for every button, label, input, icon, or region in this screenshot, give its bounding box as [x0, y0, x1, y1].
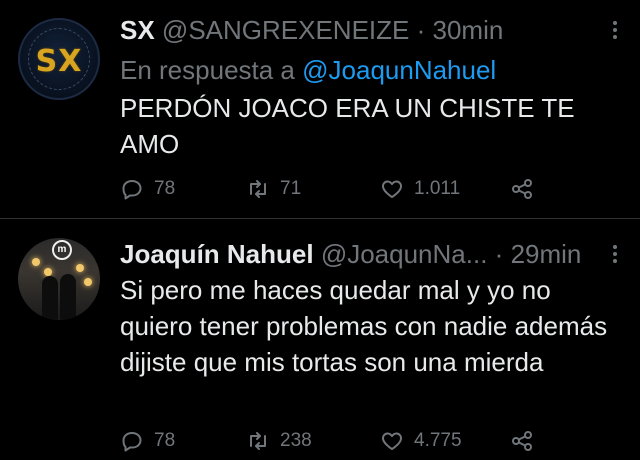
- like-button[interactable]: 4.775: [380, 426, 462, 456]
- share-button[interactable]: [510, 426, 534, 456]
- reply-count: 78: [154, 430, 176, 451]
- photo-light-decoration: [84, 278, 92, 286]
- tweet-actions: 78 238 4.775: [120, 426, 560, 456]
- photo-light-decoration: [44, 268, 52, 276]
- photo-person-silhouette: [60, 274, 76, 320]
- retweet-icon: [250, 432, 266, 450]
- reply-icon: [122, 432, 142, 452]
- avatar-joaquin[interactable]: m: [18, 238, 100, 320]
- timestamp[interactable]: 29min: [511, 239, 582, 269]
- more-options-icon[interactable]: [612, 242, 618, 266]
- tweet-header: Joaquín Nahuel @JoaqunNa... · 29min: [120, 238, 581, 270]
- share-icon: [512, 431, 532, 451]
- reply-button[interactable]: 78: [120, 426, 175, 456]
- display-name[interactable]: Joaquín Nahuel: [120, 239, 314, 269]
- photo-light-decoration: [76, 264, 84, 272]
- like-count: 4.775: [414, 430, 462, 451]
- retweet-count: 238: [280, 430, 312, 451]
- tweet-joaquin[interactable]: m Joaquín Nahuel @JoaqunNa... · 29min Si…: [0, 0, 640, 460]
- user-handle[interactable]: @JoaqunNa...: [321, 239, 488, 269]
- photo-light-decoration: [32, 258, 40, 266]
- photo-person-silhouette: [42, 276, 58, 320]
- tweet-text: Si pero me haces quedar mal y yo no quie…: [120, 275, 608, 377]
- retweet-button[interactable]: 238: [246, 426, 312, 456]
- heart-icon: [382, 432, 402, 450]
- avatar-logo: m: [52, 240, 72, 260]
- separator: ·: [494, 239, 504, 269]
